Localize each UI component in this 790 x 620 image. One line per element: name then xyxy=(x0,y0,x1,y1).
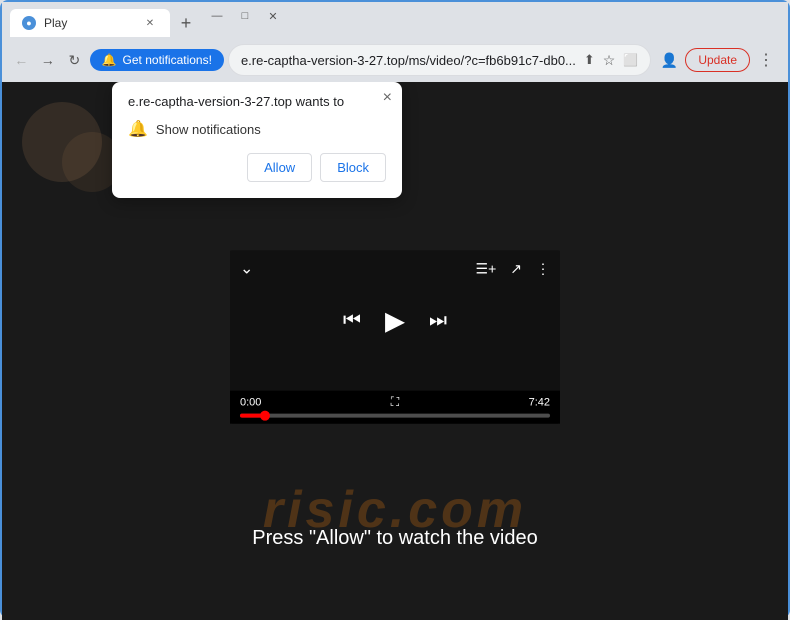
current-time: 0:00 xyxy=(240,396,261,408)
maximize-button[interactable]: □ xyxy=(232,6,258,26)
tab-close-btn[interactable]: ✕ xyxy=(142,15,158,31)
bell-icon: 🔔 xyxy=(102,53,117,67)
popup-title: e.re-captha-version-3-27.top wants to xyxy=(128,94,386,109)
video-top-controls: ⌄ ☰+ ↗ ⋮ xyxy=(230,259,560,279)
address-text: e.re-captha-version-3-27.top/ms/video/?c… xyxy=(241,53,576,68)
forward-button[interactable]: → xyxy=(37,46,60,74)
tab-strip: ● Play ✕ + xyxy=(10,3,200,37)
back-button[interactable]: ← xyxy=(10,46,33,74)
tab-favicon: ● xyxy=(22,16,36,30)
press-allow-text: Press "Allow" to watch the video xyxy=(2,527,788,550)
update-button[interactable]: Update xyxy=(685,48,750,72)
get-notifications-button[interactable]: 🔔 Get notifications! xyxy=(90,49,224,71)
toolbar: ← → ↻ 🔔 Get notifications! e.re-captha-v… xyxy=(2,38,788,82)
popup-notification-label: Show notifications xyxy=(156,122,261,137)
time-row: 0:00 ⛶ 7:42 xyxy=(240,395,550,410)
total-time: 7:42 xyxy=(529,396,550,408)
address-bar[interactable]: e.re-captha-version-3-27.top/ms/video/?c… xyxy=(228,44,651,76)
video-more-icon[interactable]: ⋮ xyxy=(536,260,550,277)
video-next-icon[interactable]: ⏭ xyxy=(429,309,447,332)
titlebar-left: ● Play ✕ + xyxy=(10,3,200,37)
video-chevron-icon[interactable]: ⌄ xyxy=(240,259,253,279)
share-icon: ⬆ xyxy=(584,52,595,68)
popup-allow-button[interactable]: Allow xyxy=(247,153,312,182)
video-center-controls: ⏮ ▶ ⏭ xyxy=(343,305,447,336)
popup-notification-row: 🔔 Show notifications xyxy=(128,119,386,139)
split-icon: ⬜ xyxy=(623,53,638,67)
reload-button[interactable]: ↻ xyxy=(63,46,86,74)
new-tab-button[interactable]: + xyxy=(172,9,200,37)
popup-close-button[interactable]: × xyxy=(383,90,392,106)
video-queue-icon[interactable]: ☰+ xyxy=(476,260,497,277)
popup-block-button[interactable]: Block xyxy=(320,153,386,182)
titlebar: ● Play ✕ + — □ ✕ xyxy=(2,2,788,38)
popup-bell-icon: 🔔 xyxy=(128,119,148,139)
titlebar-right: — □ ✕ xyxy=(204,6,286,34)
progress-bar[interactable] xyxy=(240,414,550,418)
video-play-icon[interactable]: ▶ xyxy=(385,305,405,336)
star-icon[interactable]: ☆ xyxy=(603,52,616,69)
fullscreen-icon[interactable]: ⛶ xyxy=(391,395,399,410)
video-top-right: ☰+ ↗ ⋮ xyxy=(476,260,550,277)
video-screen: ⌄ ☰+ ↗ ⋮ ⏮ ▶ ⏭ xyxy=(230,251,560,391)
minimize-button[interactable]: — xyxy=(204,6,230,26)
progress-dot xyxy=(260,411,270,421)
browser-content: risic.com ⌄ ☰+ ↗ ⋮ ⏮ ▶ ⏭ 0:00 ⛶ 7:42 xyxy=(2,82,788,620)
toolbar-actions: 👤 Update ⋮ xyxy=(655,46,780,74)
video-player: ⌄ ☰+ ↗ ⋮ ⏮ ▶ ⏭ 0:00 ⛶ 7:42 xyxy=(230,251,560,424)
notification-popup: × e.re-captha-version-3-27.top wants to … xyxy=(112,82,402,198)
more-menu-button[interactable]: ⋮ xyxy=(752,46,780,74)
video-prev-icon[interactable]: ⏮ xyxy=(343,309,361,332)
popup-buttons: Allow Block xyxy=(128,153,386,182)
tab-title: Play xyxy=(44,16,134,30)
close-window-button[interactable]: ✕ xyxy=(260,6,286,26)
profile-button[interactable]: 👤 xyxy=(655,46,683,74)
video-share-icon[interactable]: ↗ xyxy=(510,260,522,277)
tab-play[interactable]: ● Play ✕ xyxy=(10,9,170,37)
video-bottom-controls: 0:00 ⛶ 7:42 xyxy=(230,391,560,424)
